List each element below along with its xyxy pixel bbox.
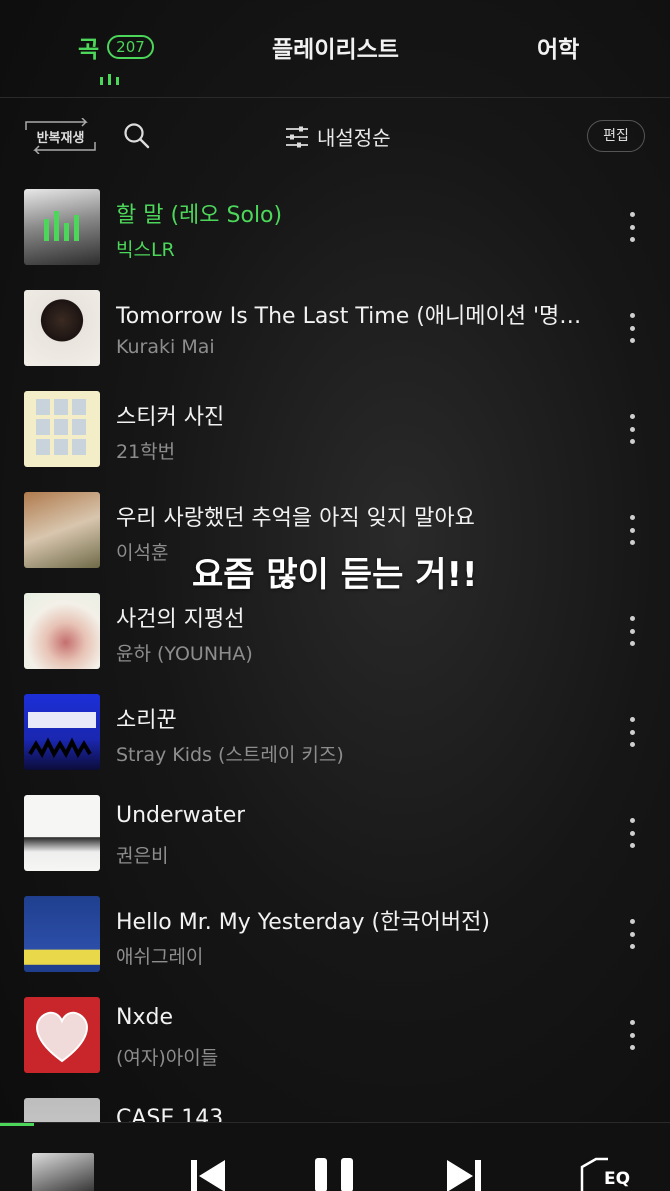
more-options-icon[interactable]	[622, 818, 642, 848]
tab-language[interactable]: 어학	[537, 30, 579, 64]
list-item[interactable]: 스티커 사진 21학번	[0, 382, 670, 483]
more-options-icon[interactable]	[622, 212, 642, 242]
album-art	[24, 391, 100, 467]
list-toolbar: 반복재생 내설정순 편집	[0, 112, 670, 160]
previous-track-icon[interactable]	[189, 1158, 227, 1191]
search-icon[interactable]	[123, 122, 151, 150]
album-art	[24, 795, 100, 871]
tab-playlist[interactable]: 플레이리스트	[272, 30, 399, 64]
edit-button[interactable]: 편집	[587, 120, 645, 152]
playback-progress-bar[interactable]	[0, 1123, 34, 1126]
album-art	[24, 290, 100, 366]
mini-player: EQ	[0, 1122, 670, 1191]
song-title: 스티커 사진	[116, 405, 225, 430]
album-art	[24, 492, 100, 568]
song-artist: 21학번	[116, 441, 176, 463]
more-options-icon[interactable]	[622, 1020, 642, 1050]
tab-bar: 곡 207 플레이리스트 어학	[0, 0, 670, 98]
song-title: 사건의 지평선	[116, 607, 245, 632]
overlay-caption: 요즘 많이 듣는 거!!	[192, 555, 478, 595]
song-artist: 권은비	[116, 845, 169, 867]
more-options-icon[interactable]	[622, 717, 642, 747]
song-artist: 이석훈	[116, 542, 169, 564]
sort-filter-icon	[286, 126, 308, 147]
list-item[interactable]: CASE 143	[0, 1089, 670, 1125]
song-title: 할 말 (레오 Solo)	[116, 203, 283, 228]
song-artist: 애쉬그레이	[116, 946, 204, 968]
sort-button[interactable]: 내설정순	[285, 122, 391, 151]
more-options-icon[interactable]	[622, 414, 642, 444]
repeat-button[interactable]: 반복재생	[24, 118, 97, 154]
next-track-icon[interactable]	[445, 1158, 483, 1191]
tab-songs-label: 곡	[78, 37, 100, 63]
songs-count-badge: 207	[107, 35, 154, 59]
album-art	[24, 593, 100, 669]
song-title: Underwater	[116, 803, 246, 828]
sort-label: 내설정순	[317, 126, 391, 150]
more-options-icon[interactable]	[622, 515, 642, 545]
list-item[interactable]: 소리꾼 Stray Kids (스트레이 키즈)	[0, 685, 670, 786]
song-artist: 빅스LR	[116, 239, 175, 261]
more-options-icon[interactable]	[622, 919, 642, 949]
list-item[interactable]: 할 말 (레오 Solo) 빅스LR	[0, 180, 670, 281]
eq-button[interactable]: EQ	[580, 1157, 640, 1191]
list-item[interactable]: 사건의 지평선 윤하 (YOUNHA)	[0, 584, 670, 685]
more-options-icon[interactable]	[622, 616, 642, 646]
album-art	[24, 997, 100, 1073]
album-art	[24, 189, 100, 265]
album-art	[24, 1098, 100, 1125]
song-artist: (여자)아이들	[116, 1047, 219, 1069]
album-art	[24, 896, 100, 972]
list-item[interactable]: Hello Mr. My Yesterday (한국어버전) 애쉬그레이	[0, 887, 670, 988]
album-art	[24, 694, 100, 770]
repeat-label: 반복재생	[36, 131, 85, 146]
song-title: Nxde	[116, 1005, 173, 1030]
mini-player-album-art[interactable]	[32, 1153, 94, 1191]
now-playing-indicator-icon	[100, 74, 119, 85]
more-options-icon[interactable]	[622, 313, 642, 343]
song-title: 소리꾼	[116, 708, 177, 733]
song-artist: 윤하 (YOUNHA)	[116, 643, 253, 665]
song-title: Hello Mr. My Yesterday (한국어버전)	[116, 910, 490, 935]
list-item[interactable]: Tomorrow Is The Last Time (애니메이션 '명… Kur…	[0, 281, 670, 382]
eq-label: EQ	[604, 1169, 631, 1189]
song-artist: Kuraki Mai	[116, 336, 215, 358]
pause-icon[interactable]	[313, 1158, 357, 1191]
list-item[interactable]: Underwater 권은비	[0, 786, 670, 887]
song-list: 할 말 (레오 Solo) 빅스LR Tomorrow Is The Last …	[0, 180, 670, 1125]
song-artist: Stray Kids (스트레이 키즈)	[116, 744, 344, 766]
list-item[interactable]: Nxde (여자)아이들	[0, 988, 670, 1089]
song-title: Tomorrow Is The Last Time (애니메이션 '명…	[116, 304, 582, 329]
tab-songs[interactable]: 곡 207	[78, 30, 154, 64]
song-title: 우리 사랑했던 추억을 아직 잊지 말아요	[116, 506, 475, 531]
